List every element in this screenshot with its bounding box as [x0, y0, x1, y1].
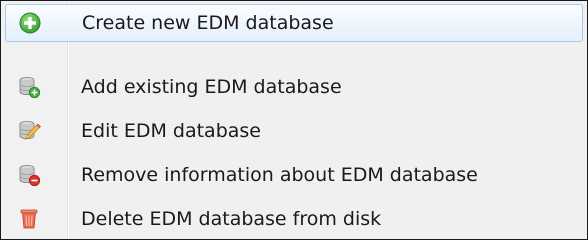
menu-item-label: Remove information about EDM database: [81, 164, 478, 186]
menu-item-edit-database[interactable]: Edit EDM database: [5, 112, 587, 150]
database-remove-icon: [17, 163, 41, 187]
menu-item-delete-database[interactable]: Delete EDM database from disk: [5, 200, 587, 238]
database-add-icon: [17, 75, 41, 99]
menu-item-label: Create new EDM database: [82, 12, 334, 34]
menu-item-create-database[interactable]: Create new EDM database: [5, 4, 583, 42]
menu-item-label: Delete EDM database from disk: [81, 208, 382, 230]
add-circle-icon: [18, 11, 42, 35]
context-menu: Create new EDM database Add existing EDM…: [0, 0, 588, 240]
menu-item-remove-database-info[interactable]: Remove information about EDM database: [5, 156, 587, 194]
trash-icon: [17, 207, 41, 231]
menu-item-label: Add existing EDM database: [81, 76, 342, 98]
database-edit-icon: [17, 119, 41, 143]
menu-item-label: Edit EDM database: [81, 120, 261, 142]
menu-item-add-existing-database[interactable]: Add existing EDM database: [5, 68, 587, 106]
